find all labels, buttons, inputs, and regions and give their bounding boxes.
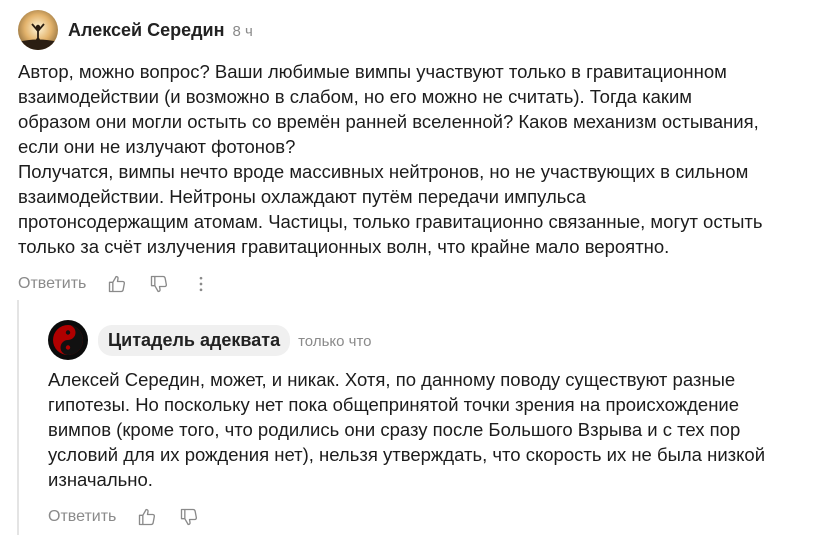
like-icon[interactable] xyxy=(136,506,158,528)
timestamp: 8 ч xyxy=(232,22,253,40)
dislike-icon[interactable] xyxy=(148,273,170,295)
comment-header: Алексей Середин 8 ч xyxy=(18,8,828,52)
comment-actions: Ответить xyxy=(48,502,828,532)
author-name[interactable]: Цитадель адеквата xyxy=(98,324,291,356)
reply-button[interactable]: Ответить xyxy=(48,508,116,526)
comment-header: Цитадель адеквата только что xyxy=(48,318,828,362)
avatar[interactable] xyxy=(48,320,88,360)
more-options-icon[interactable] xyxy=(190,273,212,295)
comment-text: Автор, можно вопрос? Ваши любимые вимпы … xyxy=(18,61,763,257)
author-name[interactable]: Алексей Середин xyxy=(68,20,224,41)
comment: Алексей Середин 8 ч Автор, можно вопрос?… xyxy=(18,8,828,299)
dislike-icon[interactable] xyxy=(178,506,200,528)
comment-actions: Ответить xyxy=(18,269,828,299)
like-icon[interactable] xyxy=(106,273,128,295)
reply-comment: Цитадель адеквата только что Алексей Сер… xyxy=(48,318,828,532)
timestamp: только что xyxy=(298,332,372,350)
avatar[interactable] xyxy=(18,10,58,50)
reply-button[interactable]: Ответить xyxy=(18,275,86,293)
thread-line xyxy=(17,300,19,535)
comment-text: Алексей Середин, может, и никак. Хотя, п… xyxy=(48,369,766,490)
